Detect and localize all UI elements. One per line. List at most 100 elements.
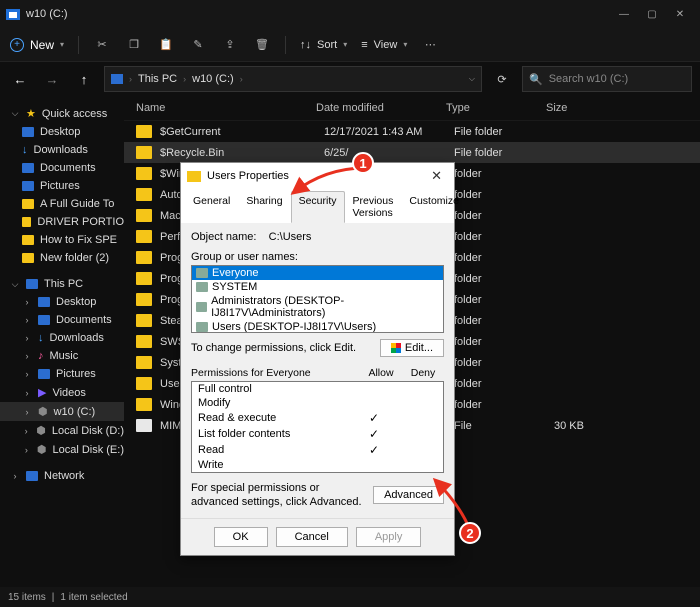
user-icon	[196, 322, 208, 332]
sidebar-item[interactable]: ›♪Music	[0, 347, 124, 365]
rename-icon[interactable]: ✎	[189, 38, 207, 51]
folder-icon	[136, 146, 152, 159]
window-title: w10 (C:)	[26, 8, 68, 20]
drive-icon: ⬢	[36, 424, 46, 437]
file-type: folder	[454, 168, 554, 180]
tab-general[interactable]: General	[185, 191, 238, 223]
sort-icon: ↑↓	[300, 39, 311, 51]
status-selected: 1 item selected	[60, 592, 127, 603]
folder-icon	[136, 356, 152, 369]
permission-row: Write	[192, 458, 443, 472]
user-icon	[196, 268, 208, 278]
breadcrumb-drive[interactable]: w10 (C:)	[192, 73, 234, 85]
sidebar-item[interactable]: ›Documents	[0, 311, 124, 329]
cancel-button[interactable]: Cancel	[276, 527, 348, 547]
sidebar-item[interactable]: New folder (2)	[0, 249, 124, 267]
cut-icon[interactable]: ✂	[93, 38, 111, 51]
permission-row: Modify	[192, 396, 443, 410]
sidebar-item[interactable]: How to Fix SPE	[0, 231, 124, 249]
sidebar-item[interactable]: ›▶Videos	[0, 383, 124, 402]
refresh-button[interactable]: ⟳	[490, 73, 514, 86]
address-bar[interactable]: › This PC › w10 (C:) › ⌵	[104, 66, 482, 92]
chevron-down-icon[interactable]: ⌵	[469, 74, 475, 84]
sidebar-this-pc[interactable]: ⌵ This PC	[0, 275, 124, 293]
group-item[interactable]: Everyone	[192, 266, 443, 280]
tab-sharing[interactable]: Sharing	[238, 191, 290, 223]
perm-name: Modify	[198, 397, 353, 409]
sidebar-item[interactable]: A Full Guide To	[0, 195, 124, 213]
forward-button[interactable]: →	[40, 72, 64, 87]
star-icon: ★	[26, 107, 36, 120]
view-button[interactable]: ≡ View ▾	[361, 39, 407, 51]
sidebar-network[interactable]: › Network	[0, 467, 124, 485]
group-name: Everyone	[212, 267, 258, 279]
back-button[interactable]: ←	[8, 72, 32, 87]
sidebar-item-label: Local Disk (D:)	[52, 425, 124, 437]
view-label: View	[374, 39, 398, 51]
share-icon[interactable]: ⇪	[221, 38, 239, 51]
close-button[interactable]: ✕	[425, 168, 448, 184]
search-placeholder: Search w10 (C:)	[549, 73, 628, 85]
title-bar: w10 (C:) — ▢ ✕	[0, 0, 700, 28]
chevron-right-icon: ›	[22, 351, 32, 361]
sidebar-item[interactable]: Pictures	[0, 177, 124, 195]
shield-icon	[391, 343, 401, 353]
group-item[interactable]: Administrators (DESKTOP-IJ8I17V\Administ…	[192, 294, 443, 320]
user-icon	[196, 302, 207, 312]
sidebar-quick-access[interactable]: ⌵ ★ Quick access	[0, 104, 124, 123]
new-button[interactable]: + New ▾	[10, 38, 64, 52]
permissions-listbox[interactable]: Full controlModifyRead & execute✓List fo…	[191, 381, 444, 473]
sidebar-item-label: Desktop	[56, 296, 96, 308]
minimize-button[interactable]: —	[610, 4, 638, 24]
edit-button[interactable]: Edit...	[380, 339, 444, 357]
sidebar-item-label: Local Disk (E:)	[52, 444, 124, 456]
col-type[interactable]: Type	[446, 102, 546, 114]
ok-button[interactable]: OK	[214, 527, 268, 547]
file-row[interactable]: $Recycle.Bin6/25/File folder	[124, 142, 700, 163]
sidebar-item[interactable]: ›⬢w10 (C:)	[0, 402, 124, 421]
col-size[interactable]: Size	[546, 102, 626, 114]
group-listbox[interactable]: EveryoneSYSTEMAdministrators (DESKTOP-IJ…	[191, 265, 444, 333]
column-headers[interactable]: Name Date modified Type Size	[124, 96, 700, 121]
group-item[interactable]: SYSTEM	[192, 280, 443, 294]
file-type: folder	[454, 294, 554, 306]
col-name[interactable]: Name	[136, 102, 316, 114]
sidebar-item-label: Downloads	[34, 144, 88, 156]
group-item[interactable]: Users (DESKTOP-IJ8I17V\Users)	[192, 320, 443, 333]
up-button[interactable]: ↑	[72, 72, 96, 87]
dialog-title: Users Properties	[207, 170, 289, 182]
file-type: folder	[454, 210, 554, 222]
folder-icon	[136, 230, 152, 243]
breadcrumb-this-pc[interactable]: This PC	[138, 73, 177, 85]
sidebar-item[interactable]: DRIVER PORTIO	[0, 213, 124, 231]
sidebar-item-label: New folder (2)	[40, 252, 109, 264]
user-icon	[196, 282, 208, 292]
apply-button[interactable]: Apply	[356, 527, 422, 547]
sidebar-item[interactable]: Desktop	[0, 123, 124, 141]
folder-icon: ▶	[38, 386, 46, 399]
copy-icon[interactable]: ❐	[125, 38, 143, 51]
close-window-button[interactable]: ✕	[666, 4, 694, 24]
more-icon[interactable]: ⋯	[421, 38, 439, 51]
file-row[interactable]: $GetCurrent12/17/2021 1:43 AMFile folder	[124, 121, 700, 142]
allow-header: Allow	[360, 367, 402, 379]
col-date[interactable]: Date modified	[316, 102, 446, 114]
chevron-right-icon: ›	[22, 315, 32, 325]
paste-icon[interactable]: 📋	[157, 38, 175, 51]
search-input[interactable]: 🔍 Search w10 (C:)	[522, 66, 692, 92]
delete-icon[interactable]: 🗑	[253, 38, 271, 51]
folder-icon	[136, 272, 152, 285]
maximize-button[interactable]: ▢	[638, 4, 666, 24]
edit-label: Edit...	[405, 342, 433, 354]
chevron-down-icon: ▾	[343, 40, 347, 49]
sidebar-item[interactable]: ↓Downloads	[0, 141, 124, 159]
sidebar-item[interactable]: ›Desktop	[0, 293, 124, 311]
sidebar-item[interactable]: ›↓Downloads	[0, 329, 124, 347]
sort-button[interactable]: ↑↓ Sort ▾	[300, 39, 347, 51]
sidebar-item[interactable]: ›⬢Local Disk (D:)	[0, 421, 124, 440]
sidebar-item[interactable]: ›Pictures	[0, 365, 124, 383]
sidebar-item[interactable]: Documents	[0, 159, 124, 177]
tab-customize[interactable]: Customize	[401, 191, 467, 223]
sidebar-item[interactable]: ›⬢Local Disk (E:)	[0, 440, 124, 459]
status-bar: 15 items | 1 item selected	[0, 587, 700, 607]
